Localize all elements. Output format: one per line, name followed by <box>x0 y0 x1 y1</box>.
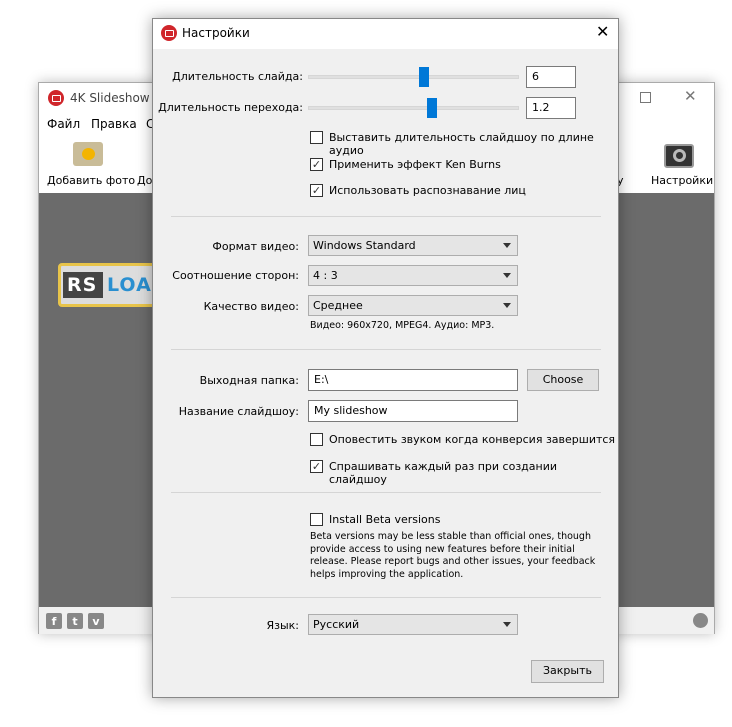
globe-icon[interactable] <box>693 613 708 628</box>
app-icon <box>161 25 177 41</box>
slide-duration-input[interactable]: 6 <box>526 66 576 88</box>
language-label: Язык: <box>266 619 299 632</box>
slide-duration-label: Длительность слайда: <box>172 70 303 83</box>
twitter-icon[interactable]: t <box>67 613 83 629</box>
ask-each-time-label: Спрашивать каждый раз при создании слайд… <box>329 460 558 486</box>
close-dialog-icon[interactable]: ✕ <box>596 22 609 41</box>
video-format-select[interactable]: Windows Standard <box>308 235 518 256</box>
language-select[interactable]: Русский <box>308 614 518 635</box>
language-value: Русский <box>313 618 360 631</box>
settings-dialog: Настройки ✕ Длительность слайда: 6 Длите… <box>152 18 619 698</box>
transition-duration-slider[interactable] <box>308 106 519 110</box>
gear-icon <box>664 144 694 168</box>
main-title: 4K Slideshow M <box>70 91 164 105</box>
folder-photo-icon <box>73 142 103 166</box>
video-quality-value: Среднее <box>313 299 363 312</box>
video-format-value: Windows Standard <box>313 239 416 252</box>
settings-label: Настройки <box>651 174 714 187</box>
maximize-button[interactable] <box>640 92 651 103</box>
divider <box>171 349 601 350</box>
chevron-down-icon <box>503 622 511 627</box>
menu-file[interactable]: Файл <box>47 117 80 131</box>
beta-label: Install Beta versions <box>329 513 441 526</box>
transition-duration-label: Длительность перехода: <box>158 101 303 114</box>
sound-notify-label: Оповестить звуком когда конверсия заверш… <box>329 433 616 446</box>
video-quality-label: Качество видео: <box>203 300 299 313</box>
chevron-down-icon <box>503 243 511 248</box>
beta-checkbox[interactable] <box>310 513 323 526</box>
slideshow-name-label: Название слайдшоу: <box>178 405 299 418</box>
output-folder-label: Выходная папка: <box>199 374 299 387</box>
aspect-ratio-select[interactable]: 4 : 3 <box>308 265 518 286</box>
app-icon <box>48 90 64 106</box>
audio-length-label: Выставить длительность слайдшоу по длине… <box>329 131 594 157</box>
aspect-ratio-value: 4 : 3 <box>313 269 338 282</box>
ask-each-time-checkbox[interactable]: ✓ <box>310 460 323 473</box>
transition-duration-input[interactable]: 1.2 <box>526 97 576 119</box>
chevron-down-icon <box>503 303 511 308</box>
beta-description: Beta versions may be less stable than of… <box>310 531 596 580</box>
close-button[interactable]: Закрыть <box>531 660 604 683</box>
video-info: Видео: 960x720, MPEG4. Аудио: MP3. <box>310 320 495 331</box>
facebook-icon[interactable]: f <box>46 613 62 629</box>
sound-notify-checkbox[interactable] <box>310 433 323 446</box>
audio-length-checkbox[interactable] <box>310 131 323 144</box>
ken-burns-label: Применить эффект Ken Burns <box>329 158 501 171</box>
video-quality-select[interactable]: Среднее <box>308 295 518 316</box>
aspect-ratio-label: Соотношение сторон: <box>172 269 299 282</box>
divider <box>171 216 601 217</box>
choose-button[interactable]: Choose <box>527 369 599 391</box>
add-photo-button[interactable]: Добавить фото <box>47 136 135 192</box>
menu-edit[interactable]: Правка <box>91 117 137 131</box>
slideshow-name-input[interactable]: My slideshow <box>308 400 518 422</box>
divider <box>171 597 601 598</box>
video-format-label: Формат видео: <box>212 240 299 253</box>
slide-duration-slider[interactable] <box>308 75 519 79</box>
face-detection-label: Использовать распознавание лиц <box>329 184 526 197</box>
add-other-label[interactable]: До <box>137 174 152 187</box>
face-detection-checkbox[interactable]: ✓ <box>310 184 323 197</box>
divider <box>171 492 601 493</box>
dialog-title: Настройки <box>182 26 250 40</box>
chevron-down-icon <box>503 273 511 278</box>
transition-duration-thumb[interactable] <box>426 98 437 118</box>
add-photo-label: Добавить фото <box>47 174 136 187</box>
slide-duration-thumb[interactable] <box>418 67 429 87</box>
ken-burns-checkbox[interactable]: ✓ <box>310 158 323 171</box>
close-main-button[interactable]: ✕ <box>684 87 697 105</box>
vimeo-icon[interactable]: v <box>88 613 104 629</box>
dialog-title-bar: Настройки ✕ <box>153 19 618 49</box>
settings-toolbar-button[interactable]: Настройки <box>647 136 714 192</box>
output-folder-input[interactable]: E:\ <box>308 369 518 391</box>
watermark-logo: RS LOA <box>58 263 158 307</box>
